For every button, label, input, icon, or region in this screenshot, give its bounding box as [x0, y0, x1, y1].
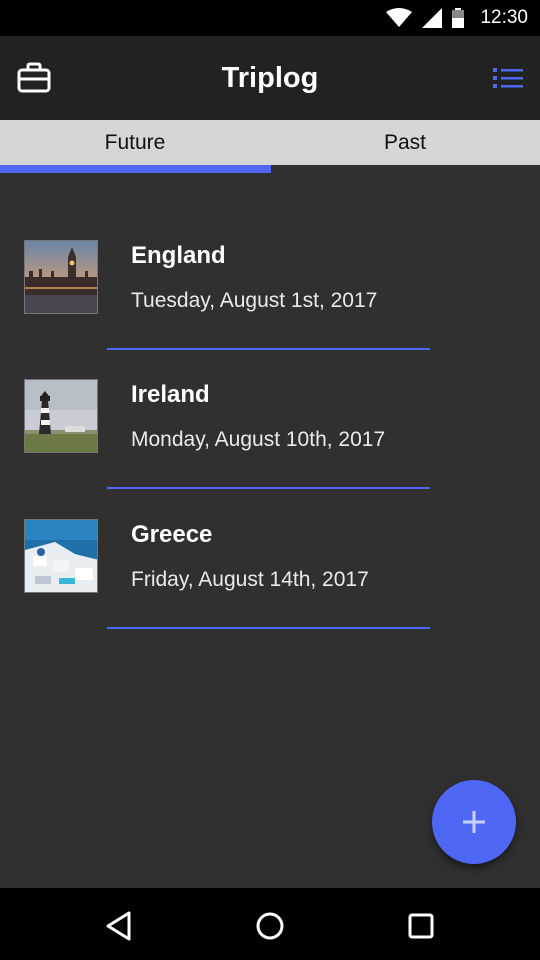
tab-past[interactable]: Past [270, 120, 540, 165]
battery-icon [452, 8, 465, 28]
app-title: Triplog [221, 62, 319, 94]
status-bar: 12:30 [0, 0, 540, 36]
tab-future[interactable]: Future [0, 120, 270, 165]
list-item[interactable]: England Tuesday, August 1st, 2017 [0, 240, 540, 380]
divider [107, 487, 430, 489]
ireland-photo [24, 379, 98, 453]
signal-icon [422, 8, 443, 28]
recents-icon[interactable] [401, 906, 441, 946]
trip-name: England [131, 242, 226, 269]
add-trip-button[interactable] [432, 780, 516, 864]
home-icon[interactable] [250, 906, 290, 946]
wifi-icon [386, 8, 413, 27]
list-item[interactable]: Ireland Monday, August 10th, 2017 [0, 379, 540, 519]
trip-date: Friday, August 14th, 2017 [131, 568, 369, 591]
greece-photo [24, 519, 98, 593]
plus-icon [463, 811, 485, 833]
status-time: 12:30 [480, 7, 528, 28]
tab-bar: Future Past [0, 120, 540, 173]
trip-name: Ireland [131, 381, 210, 408]
app-bar: Triplog [0, 36, 540, 120]
status-icons: 12:30 [386, 0, 528, 36]
trip-date: Monday, August 10th, 2017 [131, 428, 386, 451]
divider [107, 348, 430, 350]
list-item[interactable]: Greece Friday, August 14th, 2017 [0, 519, 540, 659]
system-nav-bar [0, 888, 540, 960]
england-photo [24, 240, 98, 314]
list-menu-icon[interactable] [492, 64, 524, 92]
divider [107, 627, 430, 629]
back-icon[interactable] [99, 906, 139, 946]
tab-indicator [0, 165, 271, 173]
trip-date: Tuesday, August 1st, 2017 [131, 289, 378, 312]
trip-name: Greece [131, 521, 213, 548]
